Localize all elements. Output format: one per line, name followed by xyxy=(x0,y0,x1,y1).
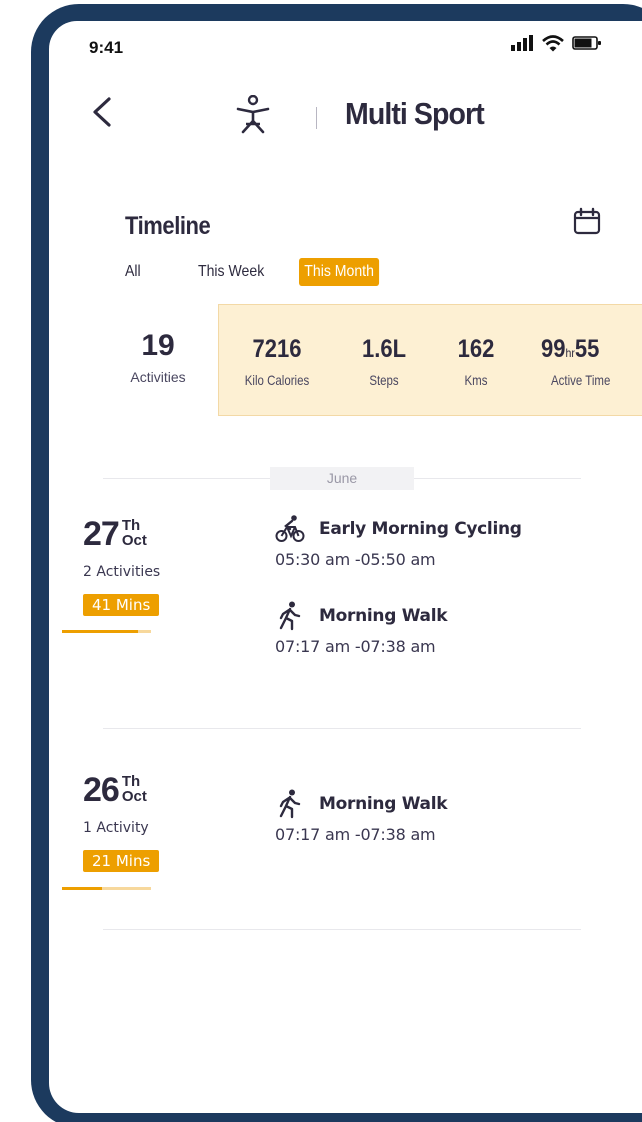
cycling-icon xyxy=(275,515,305,542)
day-month: Oct xyxy=(121,532,147,549)
activity-count: 2 Activities xyxy=(83,564,161,580)
battery-icon xyxy=(572,36,601,50)
filter-this-week[interactable]: This Week xyxy=(198,258,264,286)
stat-kms-label: Kms xyxy=(464,372,488,388)
day-date: 26 Th Oct xyxy=(83,771,193,810)
stat-activities-label: Activities xyxy=(130,369,186,385)
duration-badge: 21 Mins xyxy=(83,850,160,872)
stat-active-time-value: 99hr55 xyxy=(541,335,642,364)
stat-calories: 7216 Kilo Calories xyxy=(223,335,331,388)
stat-steps: 1.6L Steps xyxy=(341,335,427,388)
signal-icon xyxy=(511,35,533,51)
stat-active-time-label: Active Time xyxy=(551,372,611,388)
filter-all[interactable]: All xyxy=(125,258,141,286)
activity-item[interactable]: Early Morning Cycling 05:30 am -05:50 am xyxy=(275,514,522,569)
stat-kms: 162 Kms xyxy=(433,335,519,388)
day-divider xyxy=(103,929,581,930)
status-time: 9:41 xyxy=(89,38,124,57)
wifi-icon xyxy=(542,35,564,52)
day-number: 26 xyxy=(83,771,120,809)
day-suffix: Th Oct xyxy=(122,774,147,804)
stat-activities-value: 19 xyxy=(141,329,175,362)
stats-panel: 7216 Kilo Calories 1.6L Steps 162 Kms 99… xyxy=(218,304,642,416)
stat-steps-value: 1.6L xyxy=(361,335,407,363)
back-chevron-icon[interactable] xyxy=(89,95,119,129)
walking-icon xyxy=(279,789,301,819)
page-title: Multi Sport xyxy=(345,96,485,131)
activity-name: Morning Walk xyxy=(319,606,448,626)
title-separator xyxy=(316,107,317,129)
activity-name: Early Morning Cycling xyxy=(319,519,522,539)
day-date: 27 Th Oct xyxy=(83,515,193,554)
day-ordinal: Th xyxy=(121,773,141,790)
activity-item[interactable]: Morning Walk 07:17 am -07:38 am xyxy=(275,789,448,844)
duration-progress-fill xyxy=(62,887,103,890)
day-month: Oct xyxy=(121,788,147,805)
activity-count: 1 Activity xyxy=(83,820,149,836)
activity-name: Morning Walk xyxy=(319,794,448,814)
duration-progress-bar xyxy=(62,887,151,890)
activity-time: 07:17 am -07:38 am xyxy=(275,637,436,656)
day-ordinal: Th xyxy=(121,517,141,534)
day-summary-27: 27 Th Oct 2 Activities 41 Mins xyxy=(83,515,193,616)
phone-screen: 9:41 Multi Sport Timeline All This Week … xyxy=(49,21,642,1113)
stat-calories-label: Kilo Calories xyxy=(244,372,310,388)
month-label: June xyxy=(270,467,414,490)
duration-progress-fill xyxy=(62,630,138,633)
activity-time: 07:17 am -07:38 am xyxy=(275,825,436,844)
day-suffix: Th Oct xyxy=(122,518,147,548)
activity-item[interactable]: Morning Walk 07:17 am -07:38 am xyxy=(275,601,448,656)
stat-kms-value: 162 xyxy=(457,335,495,363)
active-time-minutes: 55 xyxy=(574,335,600,363)
activity-time: 05:30 am -05:50 am xyxy=(275,550,436,569)
duration-badge: 41 Mins xyxy=(83,594,160,616)
status-icons xyxy=(511,35,621,55)
active-time-hours: 99 xyxy=(541,335,566,363)
duration-progress-bar xyxy=(62,630,151,633)
stat-active-time: 99hr55 Active Time xyxy=(541,335,642,388)
calendar-icon[interactable] xyxy=(573,207,601,235)
timeline-title: Timeline xyxy=(125,212,211,240)
stat-activities: 19 Activities xyxy=(103,329,213,385)
stat-calories-value: 7216 xyxy=(252,335,302,363)
day-divider xyxy=(103,728,581,729)
stat-steps-label: Steps xyxy=(369,372,399,388)
filter-this-month[interactable]: This Month xyxy=(299,258,380,286)
person-sport-icon xyxy=(236,95,270,134)
walking-icon xyxy=(279,601,301,631)
day-number: 27 xyxy=(83,515,120,553)
day-summary-26: 26 Th Oct 1 Activity 21 Mins xyxy=(83,771,193,872)
